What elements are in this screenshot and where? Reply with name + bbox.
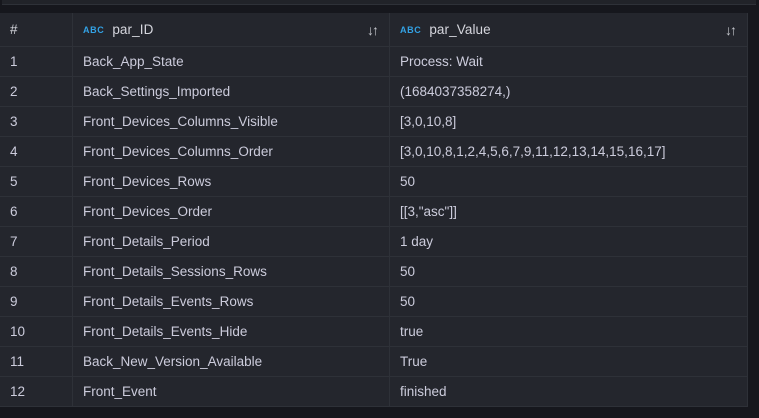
row-number-cell: 3 (0, 107, 73, 136)
par-id-cell: Back_New_Version_Available (73, 347, 390, 376)
sort-toggle-icon[interactable]: ↓↑ (725, 22, 737, 38)
row-number-cell: 8 (0, 257, 73, 286)
par-value-cell: [3,0,10,8] (390, 107, 748, 136)
table-header-row: # ABC par_ID ↓↑ ABC par_Value ↓↑ (0, 13, 748, 47)
par-value-cell: [[3,"asc"]] (390, 197, 748, 226)
panel-top-edge (2, 0, 756, 5)
row-number-cell: 10 (0, 317, 73, 346)
row-number-cell: 6 (0, 197, 73, 226)
parameters-table: # ABC par_ID ↓↑ ABC par_Value ↓↑ 1 Back_… (0, 13, 748, 407)
par-value-header-label: par_Value (429, 22, 490, 37)
row-number-cell: 1 (0, 47, 73, 76)
string-type-icon: ABC (400, 25, 421, 35)
column-header-par-value[interactable]: ABC par_Value ↓↑ (390, 13, 748, 46)
table-row: 11 Back_New_Version_Available True (0, 347, 748, 377)
par-value-cell: 50 (390, 287, 748, 316)
table-row: 4 Front_Devices_Columns_Order [3,0,10,8,… (0, 137, 748, 167)
row-number-cell: 12 (0, 377, 73, 406)
column-header-par-id[interactable]: ABC par_ID ↓↑ (73, 13, 390, 46)
row-number-cell: 2 (0, 77, 73, 106)
table-row: 6 Front_Devices_Order [[3,"asc"]] (0, 197, 748, 227)
table-row: 8 Front_Details_Sessions_Rows 50 (0, 257, 748, 287)
par-id-header-label: par_ID (112, 22, 153, 37)
par-id-cell: Back_App_State (73, 47, 390, 76)
table-row: 10 Front_Details_Events_Hide true (0, 317, 748, 347)
par-id-cell: Front_Details_Events_Hide (73, 317, 390, 346)
row-number-cell: 4 (0, 137, 73, 166)
par-id-cell: Front_Devices_Order (73, 197, 390, 226)
grafana-table-panel: # ABC par_ID ↓↑ ABC par_Value ↓↑ 1 Back_… (0, 0, 759, 418)
par-value-cell: [3,0,10,8,1,2,4,5,6,7,9,11,12,13,14,15,1… (390, 137, 748, 166)
par-id-cell: Front_Details_Sessions_Rows (73, 257, 390, 286)
par-id-cell: Front_Details_Period (73, 227, 390, 256)
table-row: 12 Front_Event finished (0, 377, 748, 407)
par-id-cell: Front_Devices_Columns_Visible (73, 107, 390, 136)
par-value-cell: Process: Wait (390, 47, 748, 76)
row-number-cell: 7 (0, 227, 73, 256)
row-number-cell: 11 (0, 347, 73, 376)
table-row: 5 Front_Devices_Rows 50 (0, 167, 748, 197)
table-row: 2 Back_Settings_Imported (1684037358274,… (0, 77, 748, 107)
column-header-row-number: # (0, 13, 73, 46)
string-type-icon: ABC (83, 25, 104, 35)
row-number-cell: 5 (0, 167, 73, 196)
table-row: 3 Front_Devices_Columns_Visible [3,0,10,… (0, 107, 748, 137)
par-value-cell: true (390, 317, 748, 346)
par-id-cell: Front_Event (73, 377, 390, 406)
table-row: 9 Front_Details_Events_Rows 50 (0, 287, 748, 317)
par-value-cell: 50 (390, 167, 748, 196)
row-number-header-label: # (10, 22, 18, 37)
par-id-cell: Front_Devices_Columns_Order (73, 137, 390, 166)
table-row: 7 Front_Details_Period 1 day (0, 227, 748, 257)
par-value-cell: 1 day (390, 227, 748, 256)
par-value-cell: finished (390, 377, 748, 406)
par-value-cell: 50 (390, 257, 748, 286)
sort-toggle-icon[interactable]: ↓↑ (367, 22, 379, 38)
par-value-cell: True (390, 347, 748, 376)
par-id-cell: Front_Devices_Rows (73, 167, 390, 196)
table-row: 1 Back_App_State Process: Wait (0, 47, 748, 77)
par-id-cell: Back_Settings_Imported (73, 77, 390, 106)
par-value-cell: (1684037358274,) (390, 77, 748, 106)
row-number-cell: 9 (0, 287, 73, 316)
par-id-cell: Front_Details_Events_Rows (73, 287, 390, 316)
